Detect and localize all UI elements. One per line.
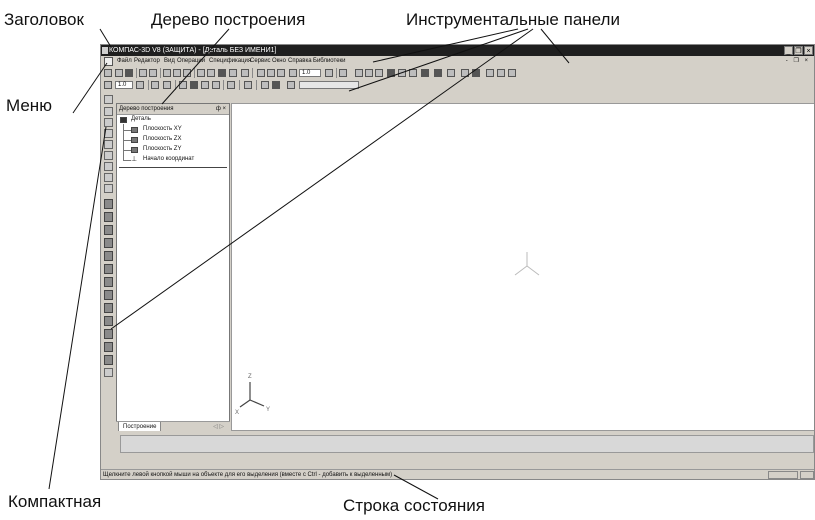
leader-tree (161, 28, 230, 105)
leader-title (99, 28, 112, 48)
leader-toolbar-4 (110, 28, 534, 330)
leader-toolbar-3 (540, 28, 570, 64)
leader-toolbar-2 (348, 28, 529, 92)
annotation-lines (48, 28, 570, 500)
leader-compact (48, 126, 107, 490)
leader-menu (72, 62, 108, 114)
leader-status (393, 474, 439, 500)
